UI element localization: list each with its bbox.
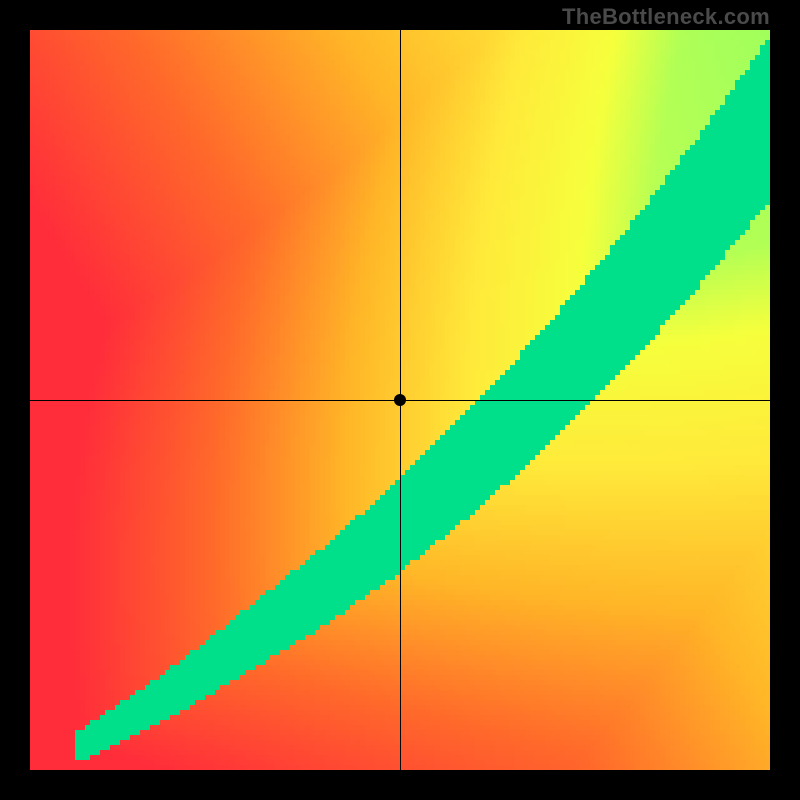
marker-dot — [394, 394, 406, 406]
watermark-text: TheBottleneck.com — [562, 4, 770, 30]
chart-frame: TheBottleneck.com — [0, 0, 800, 800]
heatmap-plot — [30, 30, 770, 770]
